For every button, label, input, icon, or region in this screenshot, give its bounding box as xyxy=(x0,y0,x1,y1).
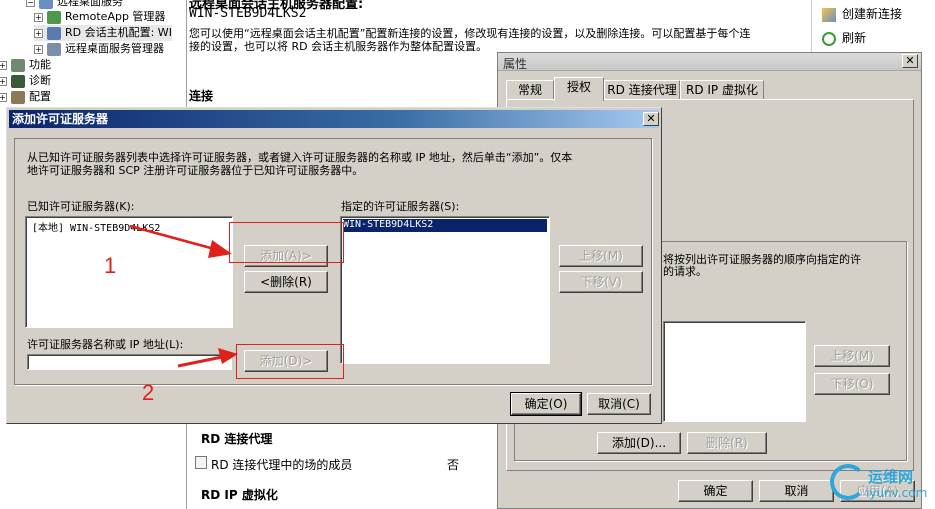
watermark-line-1: 运维网 xyxy=(868,468,914,486)
annotation-marker-1: 1 xyxy=(104,253,117,278)
annotation-marker-2: 2 xyxy=(142,380,155,405)
watermark-logo: 运维网 iyunv.com xyxy=(826,462,933,508)
annotation-arrows xyxy=(129,224,238,368)
watermark-icon xyxy=(830,464,866,500)
tab-label: 授权 xyxy=(566,80,591,94)
watermark-line-2: iyunv.com xyxy=(866,486,928,500)
tab-licensing[interactable]: 授权 xyxy=(554,77,604,101)
arrow-1 xyxy=(129,224,232,258)
arrow-2 xyxy=(177,348,238,368)
